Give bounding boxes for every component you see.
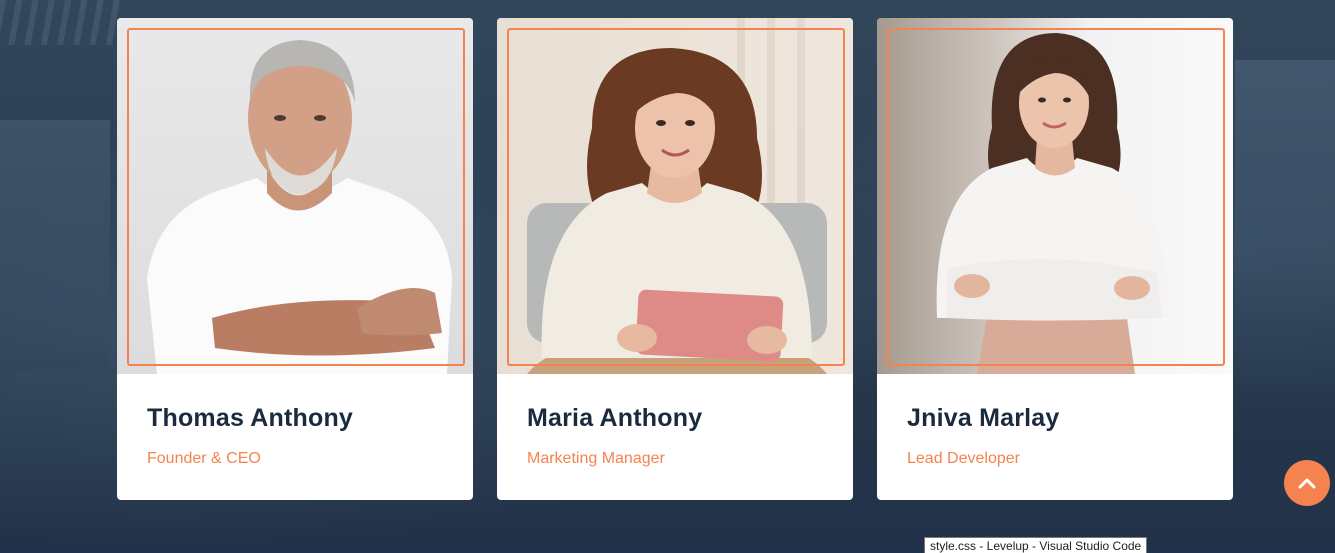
member-name: Jniva Marlay	[907, 404, 1060, 432]
background-window-right	[1235, 60, 1335, 390]
ceiling-beams	[0, 0, 120, 45]
scroll-to-top-button[interactable]	[1284, 460, 1330, 506]
member-role: Lead Developer	[907, 450, 1020, 467]
photo-frame	[127, 28, 465, 366]
background-window-left	[0, 120, 110, 370]
team-card-jniva[interactable]: Jniva Marlay Lead Developer	[877, 18, 1233, 500]
team-card-thomas[interactable]: Thomas Anthony Founder & CEO	[117, 18, 473, 500]
team-photo-maria	[497, 18, 853, 374]
member-name: Thomas Anthony	[147, 404, 354, 432]
team-card-maria[interactable]: Maria Anthony Marketing Manager	[497, 18, 853, 500]
member-role: Founder & CEO	[147, 450, 261, 467]
photo-frame	[887, 28, 1225, 366]
member-role: Marketing Manager	[527, 450, 665, 467]
chevron-up-icon	[1298, 478, 1316, 489]
photo-frame	[507, 28, 845, 366]
team-cards: Thomas Anthony Founder & CEO Maria Antho…	[117, 18, 1233, 500]
team-photo-jniva	[877, 18, 1233, 374]
team-photo-thomas	[117, 18, 473, 374]
member-name: Maria Anthony	[527, 404, 703, 432]
taskbar-tooltip: style.css - Levelup - Visual Studio Code	[924, 537, 1148, 553]
